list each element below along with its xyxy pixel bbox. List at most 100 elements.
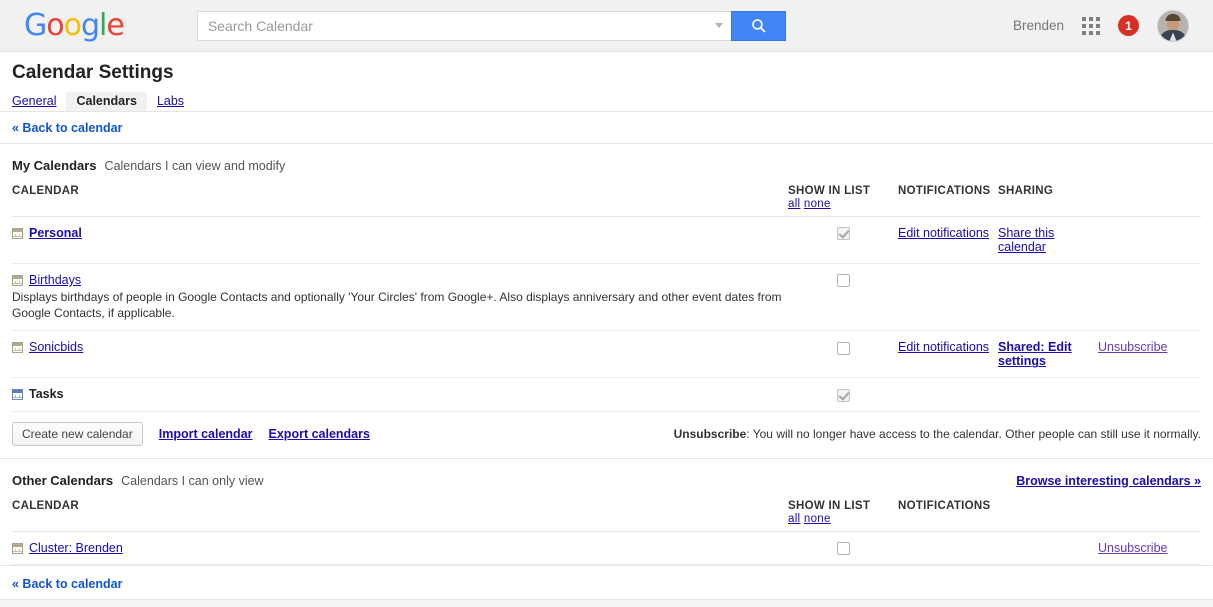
sharing-cell	[998, 377, 1098, 412]
other-calendars-header: Other Calendars Calendars I can only vie…	[12, 459, 1201, 494]
col-unsubscribe	[1098, 179, 1201, 217]
page-title: Calendar Settings	[12, 62, 174, 83]
col-show-in-list: SHOW IN LIST all none	[788, 179, 898, 217]
calendar-name-cell: Birthdays Displays birthdays of people i…	[12, 263, 788, 332]
my-calendars-header-row: CALENDAR SHOW IN LIST all none NOTIFICAT…	[12, 179, 1201, 217]
notifications-cell	[898, 377, 998, 412]
show-in-list-all-none: all none	[788, 513, 898, 525]
search-bar	[196, 10, 786, 41]
my-calendars-actions: Create new calendar Import calendar Expo…	[0, 412, 1213, 459]
my-calendars-table: CALENDAR SHOW IN LIST all none NOTIFICAT…	[12, 179, 1201, 412]
import-calendar-link[interactable]: Import calendar	[159, 427, 253, 441]
calendar-link-personal[interactable]: Personal	[29, 226, 82, 240]
notifications-cell: Edit notifications	[898, 216, 998, 264]
notifications-cell: Edit notifications	[898, 330, 998, 379]
user-name-label[interactable]: Brenden	[1013, 18, 1064, 33]
show-all-link[interactable]: all	[788, 513, 800, 525]
back-to-calendar-link-bottom[interactable]: « Back to calendar	[12, 577, 122, 591]
export-calendars-link[interactable]: Export calendars	[269, 427, 370, 441]
tab-labs[interactable]: Labs	[147, 92, 194, 111]
unsubscribe-note-label: Unsubscribe	[673, 426, 747, 441]
col-calendar: CALENDAR	[12, 179, 788, 217]
show-in-list-all-none: all none	[788, 198, 898, 210]
show-in-list-checkbox[interactable]	[836, 541, 850, 555]
unsubscribe-cell: Unsubscribe	[1098, 330, 1201, 379]
sharing-cell	[998, 263, 1098, 332]
notification-badge[interactable]: 1	[1118, 15, 1139, 36]
col-notifications: NOTIFICATIONS	[898, 493, 998, 532]
tab-general[interactable]: General	[12, 92, 66, 111]
top-right-controls: Brenden 1	[1013, 9, 1197, 42]
search-button[interactable]	[730, 10, 786, 41]
show-none-link[interactable]: none	[804, 513, 831, 525]
settings-tabs: General Calendars Labs	[0, 90, 1213, 112]
share-this-calendar-link[interactable]: Share this calendar	[998, 226, 1054, 254]
notifications-cell	[898, 531, 998, 565]
col-show-in-list-label: SHOW IN LIST	[788, 499, 871, 512]
sharing-cell: Share this calendar	[998, 216, 1098, 264]
show-in-list-cell	[788, 216, 898, 264]
calendar-link-sonicbids[interactable]: Sonicbids	[29, 340, 83, 354]
calendar-icon	[12, 342, 23, 354]
tab-calendars[interactable]: Calendars	[66, 92, 147, 111]
show-in-list-cell	[788, 330, 898, 379]
unsubscribe-link[interactable]: Unsubscribe	[1098, 340, 1167, 354]
other-calendars-table: CALENDAR SHOW IN LIST all none NOTIFICAT…	[12, 493, 1201, 565]
col-show-in-list: SHOW IN LIST all none	[788, 493, 898, 532]
col-spacer	[998, 493, 1098, 532]
top-bar: Google Brenden 1	[0, 0, 1213, 52]
edit-notifications-link[interactable]: Edit notifications	[898, 340, 989, 354]
table-row: Sonicbids Edit notifications Shared: Edi…	[12, 330, 1201, 379]
sharing-cell: Shared: Edit settings	[998, 330, 1098, 379]
my-calendars-subtitle: Calendars I can view and modify	[104, 159, 286, 173]
calendar-name-cell: Sonicbids	[12, 330, 788, 379]
apps-grid-icon[interactable]	[1082, 16, 1100, 35]
show-in-list-checkbox[interactable]	[836, 274, 850, 288]
unsubscribe-cell	[1098, 263, 1201, 332]
search-input[interactable]	[205, 16, 709, 35]
unsubscribe-cell	[1098, 377, 1201, 412]
back-to-calendar-link-top[interactable]: « Back to calendar	[12, 121, 122, 135]
chevron-down-icon[interactable]	[714, 23, 723, 28]
other-calendars-subtitle: Calendars I can only view	[121, 473, 264, 488]
table-row: Birthdays Displays birthdays of people i…	[12, 263, 1201, 332]
browse-interesting-calendars-link[interactable]: Browse interesting calendars »	[1016, 474, 1201, 488]
calendar-name-cell: Tasks	[12, 377, 788, 412]
col-show-in-list-label: SHOW IN LIST	[788, 185, 871, 197]
unsubscribe-link[interactable]: Unsubscribe	[1098, 541, 1167, 555]
calendar-icon	[12, 542, 23, 554]
notifications-cell	[898, 263, 998, 332]
show-in-list-checkbox[interactable]	[836, 341, 850, 355]
calendar-icon	[12, 228, 23, 239]
calendar-name-cell: Cluster: Brenden	[12, 531, 788, 565]
footer-strip	[0, 598, 1213, 607]
table-row: Cluster: Brenden Unsubscribe	[12, 531, 1201, 565]
col-notifications: NOTIFICATIONS	[898, 179, 998, 217]
calendar-link-cluster-brenden[interactable]: Cluster: Brenden	[29, 541, 123, 555]
show-in-list-cell	[788, 531, 898, 565]
shared-edit-settings-link[interactable]: Shared: Edit settings	[998, 340, 1072, 368]
calendar-link-birthdays[interactable]: Birthdays	[29, 273, 81, 287]
spacer-cell	[998, 531, 1098, 565]
unsubscribe-note: Unsubscribe: You will no longer have acc…	[674, 427, 1201, 441]
edit-notifications-link[interactable]: Edit notifications	[898, 226, 989, 240]
unsubscribe-note-text: : You will no longer have access to the …	[746, 426, 1201, 441]
unsubscribe-cell	[1098, 216, 1201, 264]
show-none-link[interactable]: none	[804, 198, 831, 210]
col-calendar: CALENDAR	[12, 493, 788, 532]
avatar[interactable]	[1157, 9, 1189, 42]
show-in-list-checkbox[interactable]	[836, 227, 850, 241]
search-input-wrapper[interactable]	[196, 10, 731, 41]
browse-link-wrapper: Browse interesting calendars »	[1016, 473, 1201, 488]
col-sharing: SHARING	[998, 179, 1098, 217]
calendar-label-tasks: Tasks	[29, 387, 64, 402]
table-row: Personal Edit notifications Share this c…	[12, 216, 1201, 264]
my-calendars-header: My Calendars Calendars I can view and mo…	[12, 144, 1201, 179]
show-all-link[interactable]: all	[788, 198, 800, 210]
back-bar-bottom: « Back to calendar	[0, 564, 1213, 599]
create-new-calendar-button[interactable]: Create new calendar	[12, 421, 143, 446]
show-in-list-checkbox[interactable]	[836, 388, 850, 402]
calendar-description: Displays birthdays of people in Google C…	[12, 290, 782, 321]
google-logo[interactable]: Google	[24, 10, 125, 41]
calendar-name-cell: Personal	[12, 216, 788, 264]
